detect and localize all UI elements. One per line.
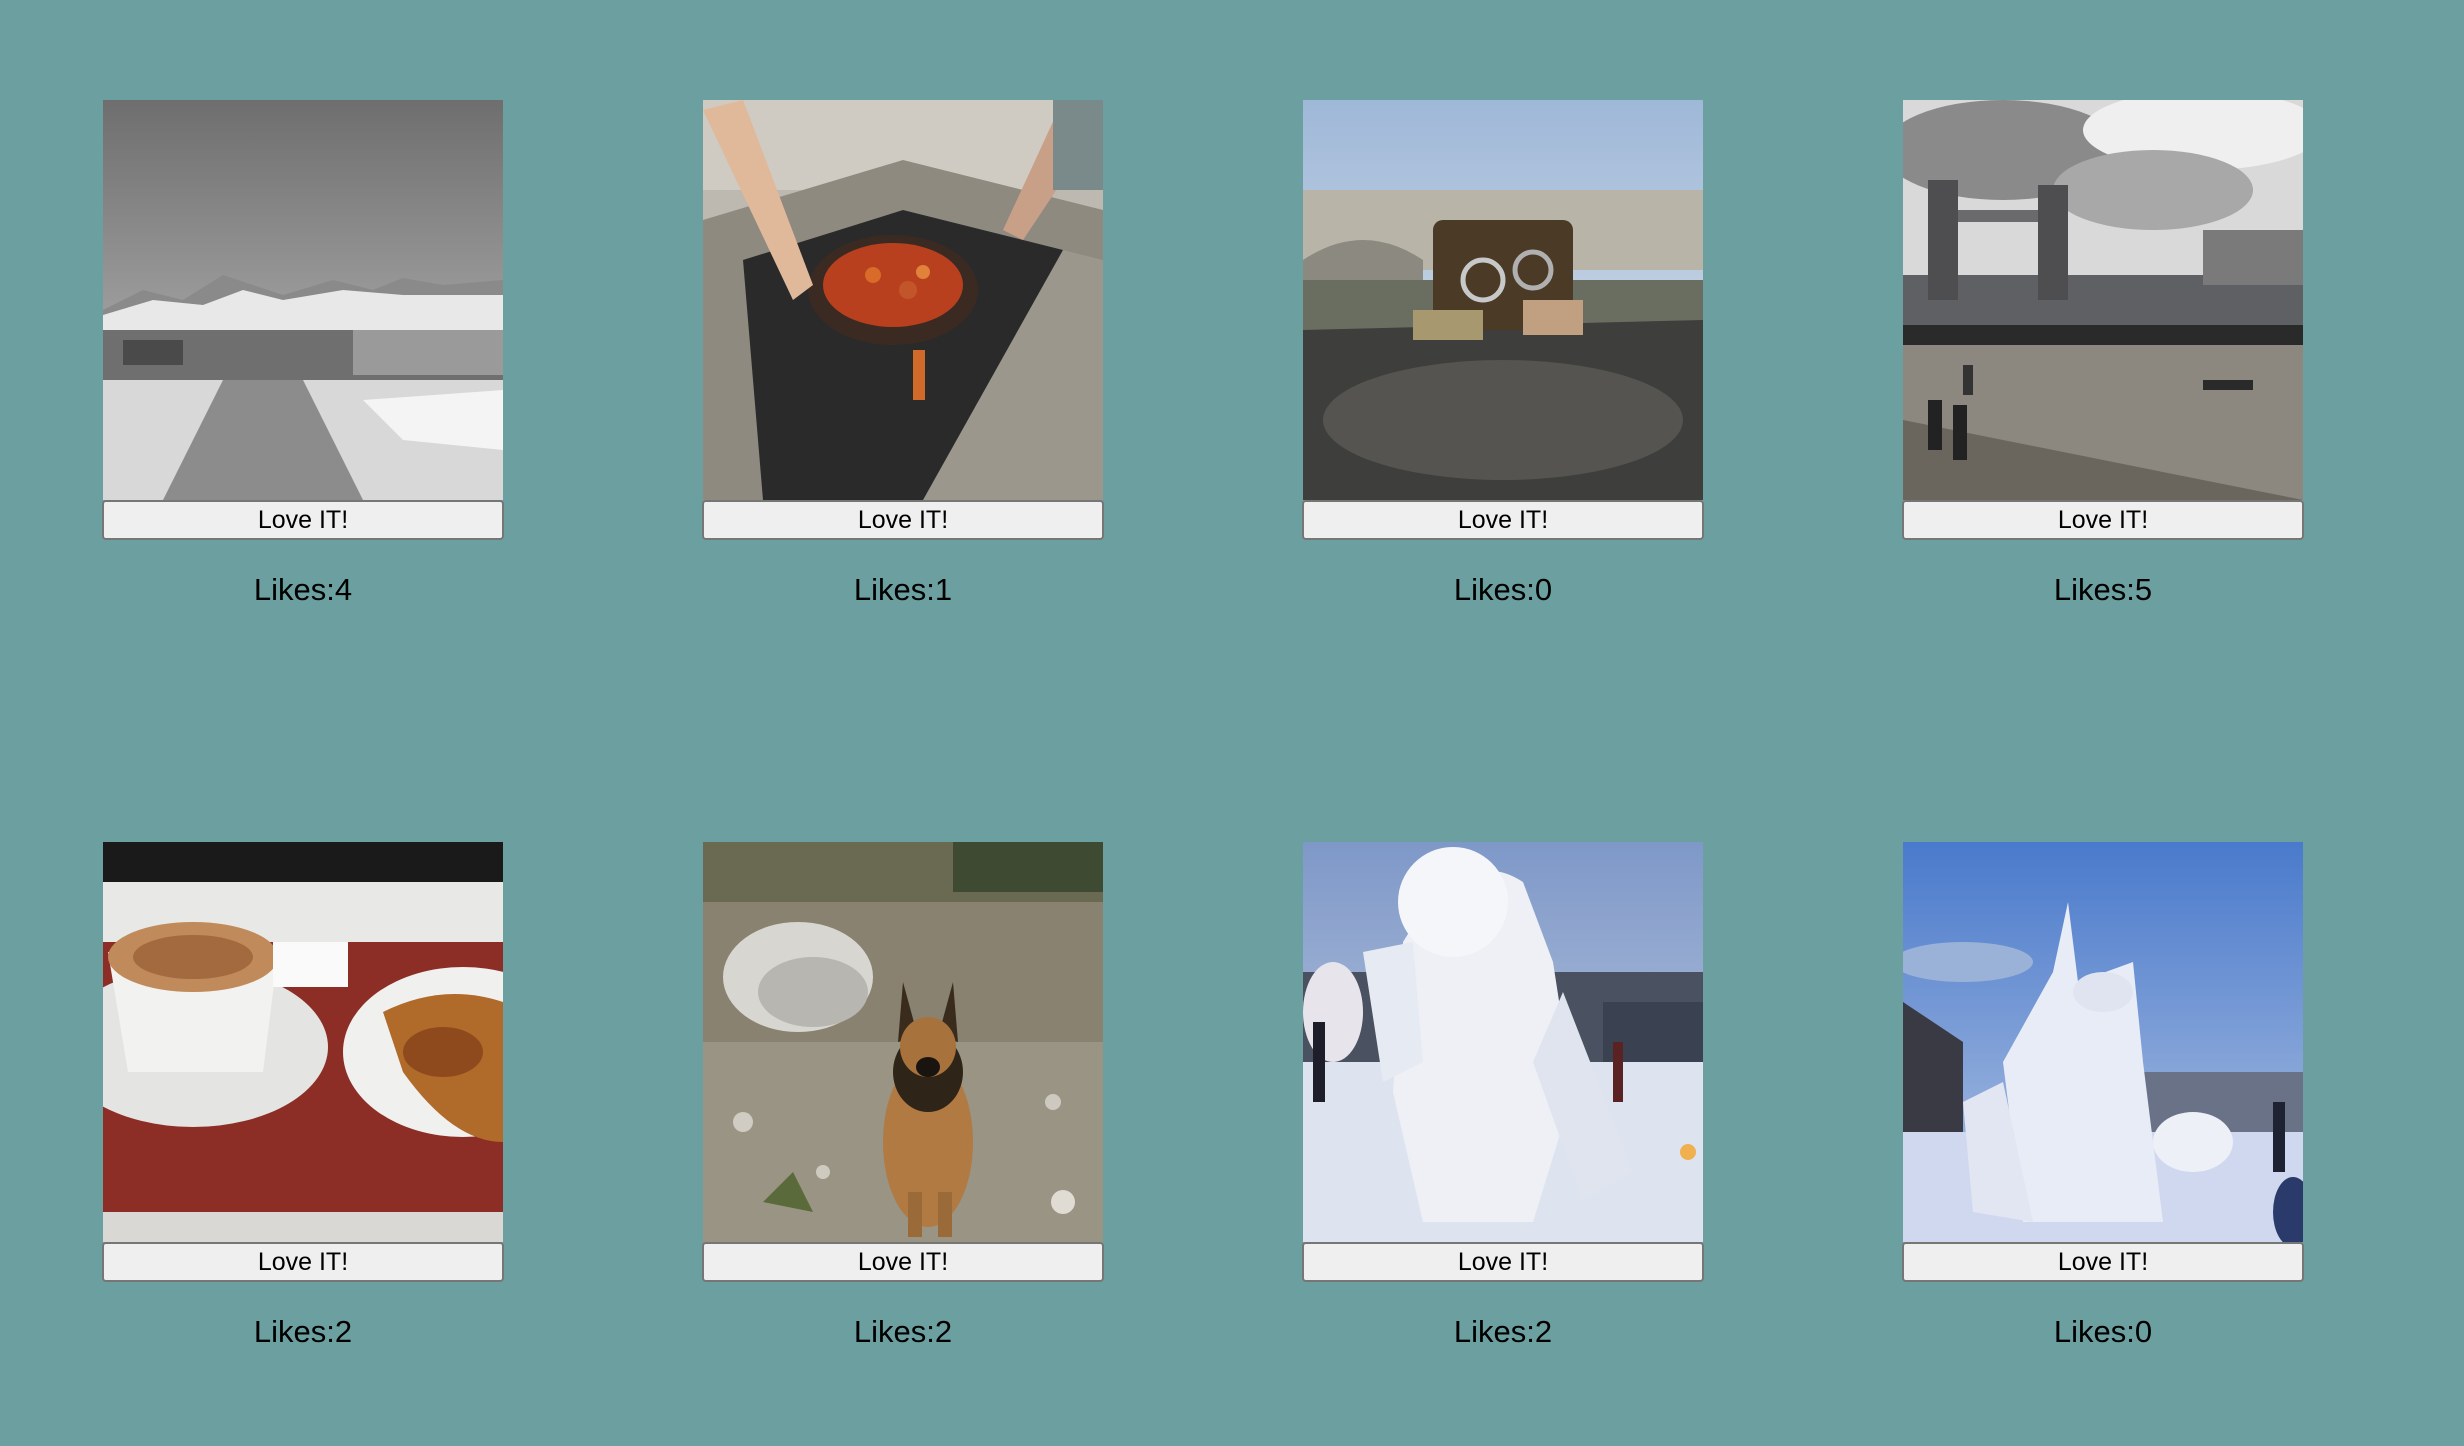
photo-card: Love IT! Likes:5 [1902, 100, 2304, 608]
likes-label: Likes: [1453, 572, 1535, 607]
love-it-button[interactable]: Love IT! [102, 500, 504, 540]
photo-card: Love IT! Likes:2 [1302, 842, 1704, 1350]
love-it-button[interactable]: Love IT! [702, 1242, 1104, 1282]
photo-gallery: Love IT! Likes:4 Love IT! Likes:1 Love I… [0, 0, 2464, 1446]
likes-label: Likes: [853, 572, 935, 607]
photo-card: Love IT! Likes:0 [1302, 100, 1704, 608]
photo-card: Love IT! Likes:2 [702, 842, 1104, 1350]
love-it-button[interactable]: Love IT! [1302, 1242, 1704, 1282]
photo-card: Love IT! Likes:2 [102, 842, 504, 1350]
likes-value: 1 [934, 572, 953, 607]
coffee-pastry-photo [103, 842, 503, 1242]
likes-label: Likes: [2053, 1314, 2135, 1349]
german-shepherd-photo [703, 842, 1103, 1242]
likes-count: Likes:4 [102, 572, 504, 608]
likes-count: Likes:0 [1902, 1314, 2304, 1350]
tower-bridge-photo [1903, 100, 2303, 500]
likes-value: 2 [334, 1314, 353, 1349]
likes-count: Likes:2 [702, 1314, 1104, 1350]
photo-card: Love IT! Likes:4 [102, 100, 504, 608]
likes-count: Likes:0 [1302, 572, 1704, 608]
likes-label: Likes: [253, 572, 335, 607]
likes-value: 5 [2134, 572, 2153, 607]
mountain-snow-photo [103, 100, 503, 500]
photo-card: Love IT! Likes:0 [1902, 842, 2304, 1350]
likes-label: Likes: [853, 1314, 935, 1349]
likes-count: Likes:1 [702, 572, 1104, 608]
photo-card: Love IT! Likes:1 [702, 100, 1104, 608]
likes-value: 2 [934, 1314, 953, 1349]
love-it-button[interactable]: Love IT! [1902, 1242, 2304, 1282]
likes-count: Likes:5 [1902, 572, 2304, 608]
likes-label: Likes: [1453, 1314, 1535, 1349]
likes-value: 0 [1534, 572, 1553, 607]
bridge-padlocks-photo [1303, 100, 1703, 500]
love-it-button[interactable]: Love IT! [1902, 500, 2304, 540]
snow-sculpture-dusk-photo [1303, 842, 1703, 1242]
likes-label: Likes: [2053, 572, 2135, 607]
snow-sculpture-blue-sky-photo [1903, 842, 2303, 1242]
love-it-button[interactable]: Love IT! [702, 500, 1104, 540]
paella-fire-pit-photo [703, 100, 1103, 500]
likes-label: Likes: [253, 1314, 335, 1349]
likes-value: 0 [2134, 1314, 2153, 1349]
likes-value: 4 [334, 572, 353, 607]
love-it-button[interactable]: Love IT! [1302, 500, 1704, 540]
love-it-button[interactable]: Love IT! [102, 1242, 504, 1282]
likes-value: 2 [1534, 1314, 1553, 1349]
likes-count: Likes:2 [1302, 1314, 1704, 1350]
likes-count: Likes:2 [102, 1314, 504, 1350]
